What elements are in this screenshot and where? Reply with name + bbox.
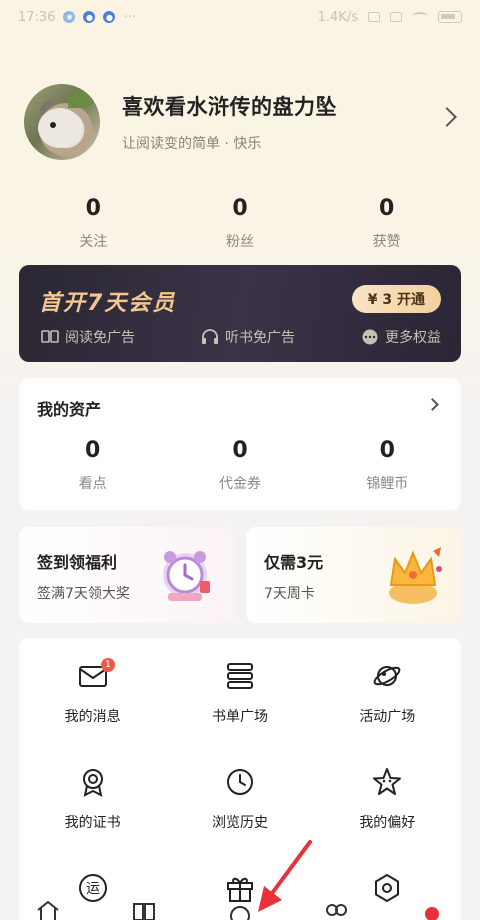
menu-item-certificates[interactable]: 我的证书 [19, 766, 166, 832]
stat-following[interactable]: 0 关注 [20, 196, 167, 251]
bottom-tab-bar [0, 898, 480, 920]
menu-item-history[interactable]: 浏览历史 [166, 766, 313, 832]
chevron-right-icon[interactable] [437, 107, 457, 127]
crown-icon [389, 547, 442, 604]
headphones-icon [202, 329, 218, 344]
wifi-icon [412, 12, 428, 22]
profile-motto: 让阅读变的简单 · 快乐 [122, 136, 262, 152]
perk-more-benefits[interactable]: 更多权益 [361, 327, 441, 347]
assets-title: 我的资产 [37, 400, 102, 419]
book-icon [41, 330, 59, 343]
stat-value: 0 [379, 196, 395, 221]
menu-label: 我的证书 [64, 815, 121, 831]
booklist-icon [226, 663, 253, 689]
community-icon[interactable] [323, 898, 349, 920]
clock-icon [226, 769, 253, 795]
asset-koi-coins[interactable]: 0 锦鲤币 [314, 438, 461, 493]
profile-dot-icon[interactable] [419, 898, 445, 920]
menu-label: 我的消息 [64, 709, 121, 725]
stat-label: 关注 [79, 234, 108, 250]
discover-icon[interactable] [227, 898, 253, 920]
stats-row: 0 关注 0 粉丝 0 获赞 [20, 196, 460, 251]
battery-icon [438, 11, 462, 23]
medal-icon [82, 769, 103, 797]
vip-title: 首开7天会员 [39, 291, 177, 316]
stat-value: 0 [232, 196, 248, 221]
username: 喜欢看水浒传的盘力坠 [122, 95, 337, 119]
network-speed: 1.4K/s [317, 9, 358, 25]
asset-label: 看点 [78, 476, 107, 492]
promo-subtitle: 签满7天领大奖 [37, 586, 130, 602]
app-notification-icon: ● [103, 11, 116, 23]
stat-label: 粉丝 [226, 234, 254, 250]
stat-label: 获赞 [372, 234, 401, 250]
stat-value: 0 [85, 196, 101, 221]
stat-likes[interactable]: 0 获赞 [313, 196, 460, 251]
vip-banner[interactable]: 首开7天会员 ¥ 3 开通 阅读免广告 听书免广告 更多权益 [19, 265, 461, 362]
stat-followers[interactable]: 0 粉丝 [167, 196, 314, 251]
menu-item-booklists[interactable]: 书单广场 [166, 660, 313, 726]
alarm-clock-icon [163, 551, 210, 601]
app-notification-icon: ✱ [63, 11, 76, 23]
weekly-card-promo[interactable]: 仅需3元 7天周卡 [246, 527, 461, 623]
perk-label: 听书免广告 [225, 330, 295, 346]
more-notifications-icon: ··· [123, 9, 136, 25]
asset-points[interactable]: 0 看点 [19, 438, 166, 493]
avatar[interactable] [24, 84, 100, 160]
signal-icon [390, 12, 402, 22]
promo-title: 签到领福利 [37, 553, 118, 572]
perk-read-no-ads[interactable]: 阅读免广告 [41, 327, 135, 347]
menu-grid-card: 1 我的消息 书单广场 活动广场 我的证书 浏览历史 我的偏好 运 [19, 638, 461, 920]
unread-badge: 1 [101, 658, 115, 672]
menu-label: 我的偏好 [359, 815, 416, 831]
menu-label: 书单广场 [211, 709, 268, 725]
promo-subtitle: 7天周卡 [264, 586, 315, 602]
vip-open-button[interactable]: ¥ 3 开通 [351, 285, 441, 313]
menu-label: 浏览历史 [211, 815, 268, 831]
assets-card[interactable]: 我的资产 0 看点 0 代金券 0 锦鲤币 [19, 378, 461, 510]
status-time: 17:36 [18, 9, 56, 25]
asset-value: 0 [85, 438, 101, 463]
perk-label: 阅读免广告 [65, 330, 135, 346]
asset-vouchers[interactable]: 0 代金券 [166, 438, 313, 493]
checkin-promo-card[interactable]: 签到领福利 签满7天领大奖 [19, 527, 234, 623]
menu-item-events[interactable]: 活动广场 [314, 660, 461, 726]
home-icon[interactable] [35, 898, 61, 920]
asset-label: 锦鲤币 [366, 476, 409, 492]
app-notification-icon: ● [83, 11, 96, 23]
vip-perks: 阅读免广告 听书免广告 更多权益 [41, 327, 441, 347]
more-icon [362, 329, 378, 345]
menu-item-preferences[interactable]: 我的偏好 [314, 766, 461, 832]
svg-text:运: 运 [86, 881, 100, 897]
chevron-right-icon[interactable] [426, 398, 439, 411]
asset-label: 代金券 [218, 476, 261, 492]
profile-header[interactable]: 喜欢看水浒传的盘力坠 让阅读变的简单 · 快乐 [24, 84, 460, 160]
menu-label: 活动广场 [359, 709, 416, 725]
planet-icon [373, 666, 401, 686]
star-icon [373, 768, 402, 795]
asset-value: 0 [232, 438, 248, 463]
status-bar: 17:36 ✱ ● ● ··· 1.4K/s [0, 0, 480, 34]
bookshelf-icon[interactable] [131, 898, 157, 920]
menu-item-messages[interactable]: 1 我的消息 [19, 658, 166, 726]
sim-icon [368, 12, 380, 22]
perk-label: 更多权益 [385, 330, 441, 346]
promo-title: 仅需3元 [264, 553, 324, 572]
perk-listen-no-ads[interactable]: 听书免广告 [201, 327, 295, 347]
asset-value: 0 [379, 438, 395, 463]
